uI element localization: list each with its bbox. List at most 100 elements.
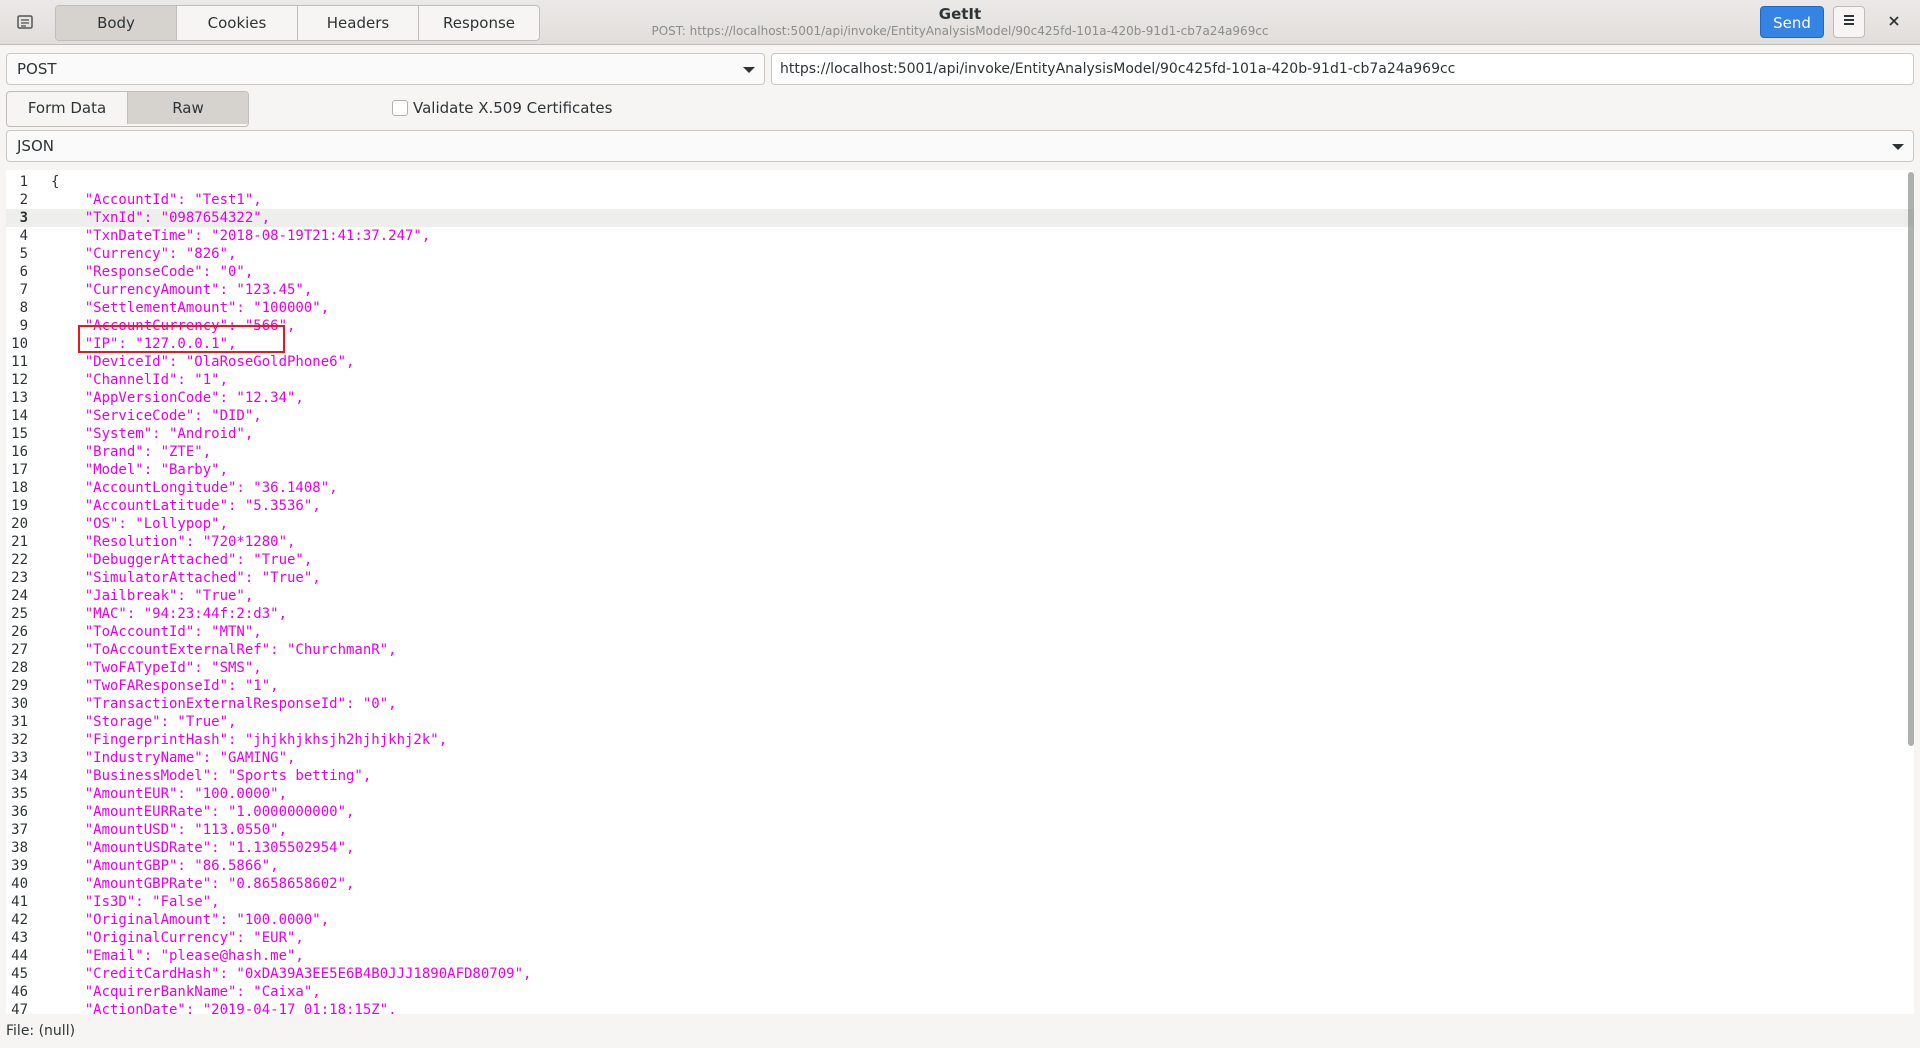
editor-line[interactable]: 10 "IP": "127.0.0.1", (6, 335, 1914, 353)
editor-scrollbar[interactable] (1908, 172, 1914, 746)
status-bar: File: (null) (0, 1014, 1920, 1048)
code-text: "OriginalCurrency": "EUR", (51, 930, 304, 946)
window-title-block: GetIt POST: https://localhost:5001/api/i… (560, 4, 1360, 39)
editor-line[interactable]: 47 "ActionDate": "2019-04-17 01:18:15Z", (6, 1001, 1914, 1014)
editor-line[interactable]: 16 "Brand": "ZTE", (6, 443, 1914, 461)
editor-line[interactable]: 35 "AmountEUR": "100.0000", (6, 785, 1914, 803)
editor-line[interactable]: 2 "AccountId": "Test1", (6, 191, 1914, 209)
editor-line[interactable]: 5 "Currency": "826", (6, 245, 1914, 263)
line-number: 31 (11, 714, 28, 730)
send-button[interactable]: Send (1760, 6, 1824, 38)
code-text: "Jailbreak": "True", (51, 588, 254, 604)
editor-line[interactable]: 23 "SimulatorAttached": "True", (6, 569, 1914, 587)
line-number: 1 (19, 174, 28, 190)
code-text: "DebuggerAttached": "True", (51, 552, 313, 568)
editor-line[interactable]: 46 "AcquirerBankName": "Caixa", (6, 983, 1914, 1001)
window-title: GetIt (938, 5, 982, 23)
line-number: 16 (11, 444, 28, 460)
tab-response[interactable]: Response (419, 6, 539, 40)
editor-line[interactable]: 20 "OS": "Lollypop", (6, 515, 1914, 533)
editor-line[interactable]: 9 "AccountCurrency": "566", (6, 317, 1914, 335)
code-text: "SimulatorAttached": "True", (51, 570, 321, 586)
editor-line[interactable]: 7 "CurrencyAmount": "123.45", (6, 281, 1914, 299)
editor-line[interactable]: 29 "TwoFAResponseId": "1", (6, 677, 1914, 695)
editor-line[interactable]: 39 "AmountGBP": "86.5866", (6, 857, 1914, 875)
editor-line[interactable]: 1{ (6, 173, 1914, 191)
url-input[interactable]: https://localhost:5001/api/invoke/Entity… (771, 53, 1914, 85)
line-number: 43 (11, 930, 28, 946)
editor-line[interactable]: 45 "CreditCardHash": "0xDA39A3EE5E6B4B0J… (6, 965, 1914, 983)
method-select[interactable]: POST (6, 53, 765, 85)
tab-body[interactable]: Body (56, 6, 177, 40)
line-number: 8 (19, 300, 28, 316)
editor-line[interactable]: 8 "SettlementAmount": "100000", (6, 299, 1914, 317)
body-format-select[interactable]: JSON (6, 130, 1914, 162)
editor-line[interactable]: 21 "Resolution": "720*1280", (6, 533, 1914, 551)
header-bar: Body Cookies Headers Response GetIt POST… (0, 0, 1920, 45)
editor-line[interactable]: 18 "AccountLongitude": "36.1408", (6, 479, 1914, 497)
editor-line[interactable]: 11 "DeviceId": "OlaRoseGoldPhone6", (6, 353, 1914, 371)
line-number: 4 (19, 228, 28, 244)
editor-line[interactable]: 26 "ToAccountId": "MTN", (6, 623, 1914, 641)
line-number: 47 (11, 1002, 28, 1014)
editor-line[interactable]: 15 "System": "Android", (6, 425, 1914, 443)
code-text: "OS": "Lollypop", (51, 516, 229, 532)
editor-line[interactable]: 36 "AmountEURRate": "1.0000000000", (6, 803, 1914, 821)
line-number: 15 (11, 426, 28, 442)
line-number: 5 (19, 246, 28, 262)
editor-line[interactable]: 22 "DebuggerAttached": "True", (6, 551, 1914, 569)
code-text: "OriginalAmount": "100.0000", (51, 912, 330, 928)
line-number: 22 (11, 552, 28, 568)
code-text: "AcquirerBankName": "Caixa", (51, 984, 321, 1000)
editor-line[interactable]: 34 "BusinessModel": "Sports betting", (6, 767, 1914, 785)
editor-line[interactable]: 41 "Is3D": "False", (6, 893, 1914, 911)
main-menu-button[interactable] (1833, 6, 1865, 38)
code-text: "CurrencyAmount": "123.45", (51, 282, 313, 298)
line-number: 11 (11, 354, 28, 370)
line-number: 9 (19, 318, 28, 334)
editor-line[interactable]: 24 "Jailbreak": "True", (6, 587, 1914, 605)
close-icon (1888, 11, 1900, 32)
editor-line[interactable]: 25 "MAC": "94:23:44f:2:d3", (6, 605, 1914, 623)
editor-line[interactable]: 37 "AmountUSD": "113.0550", (6, 821, 1914, 839)
editor-line[interactable]: 42 "OriginalAmount": "100.0000", (6, 911, 1914, 929)
code-text: "SettlementAmount": "100000", (51, 300, 330, 316)
line-number: 45 (11, 966, 28, 982)
window-subtitle: POST: https://localhost:5001/api/invoke/… (651, 24, 1269, 38)
editor-line[interactable]: 44 "Email": "please@hash.me", (6, 947, 1914, 965)
editor-line[interactable]: 19 "AccountLatitude": "5.3536", (6, 497, 1914, 515)
editor-line[interactable]: 38 "AmountUSDRate": "1.1305502954", (6, 839, 1914, 857)
line-number: 10 (11, 336, 28, 352)
editor-line[interactable]: 32 "FingerprintHash": "jhjkhjkhsjh2hjhjk… (6, 731, 1914, 749)
code-text: "TxnDateTime": "2018-08-19T21:41:37.247"… (51, 228, 431, 244)
code-text: "AppVersionCode": "12.34", (51, 390, 304, 406)
tab-raw[interactable]: Raw (128, 92, 248, 124)
validate-certificates-label: Validate X.509 Certificates (413, 99, 613, 117)
editor-line[interactable]: 30 "TransactionExternalResponseId": "0", (6, 695, 1914, 713)
code-text: "AmountGBP": "86.5866", (51, 858, 279, 874)
validate-certificates-checkbox[interactable] (392, 100, 408, 116)
editor-line[interactable]: 27 "ToAccountExternalRef": "ChurchmanR", (6, 641, 1914, 659)
line-number: 14 (11, 408, 28, 424)
editor-line[interactable]: 28 "TwoFATypeId": "SMS", (6, 659, 1914, 677)
validate-certificates-option[interactable]: Validate X.509 Certificates (392, 99, 612, 117)
editor-line[interactable]: 17 "Model": "Barby", (6, 461, 1914, 479)
editor-line[interactable]: 40 "AmountGBPRate": "0.8658658602", (6, 875, 1914, 893)
editor-line[interactable]: 3 "TxnId": "0987654322", (6, 209, 1914, 227)
json-editor[interactable]: 1{2 "AccountId": "Test1", 3 "TxnId": "098… (6, 170, 1914, 1014)
editor-line[interactable]: 33 "IndustryName": "GAMING", (6, 749, 1914, 767)
ip-highlight-annotation (78, 325, 285, 353)
code-text: "ActionDate": "2019-04-17 01:18:15Z", (51, 1002, 397, 1014)
editor-line[interactable]: 6 "ResponseCode": "0", (6, 263, 1914, 281)
editor-line[interactable]: 14 "ServiceCode": "DID", (6, 407, 1914, 425)
tab-headers[interactable]: Headers (298, 6, 419, 40)
tab-form-data[interactable]: Form Data (7, 92, 128, 124)
editor-line[interactable]: 12 "ChannelId": "1", (6, 371, 1914, 389)
editor-line[interactable]: 31 "Storage": "True", (6, 713, 1914, 731)
line-number: 2 (19, 192, 28, 208)
close-window-button[interactable] (1880, 8, 1908, 36)
editor-line[interactable]: 43 "OriginalCurrency": "EUR", (6, 929, 1914, 947)
tab-cookies[interactable]: Cookies (177, 6, 298, 40)
editor-line[interactable]: 4 "TxnDateTime": "2018-08-19T21:41:37.24… (6, 227, 1914, 245)
editor-line[interactable]: 13 "AppVersionCode": "12.34", (6, 389, 1914, 407)
